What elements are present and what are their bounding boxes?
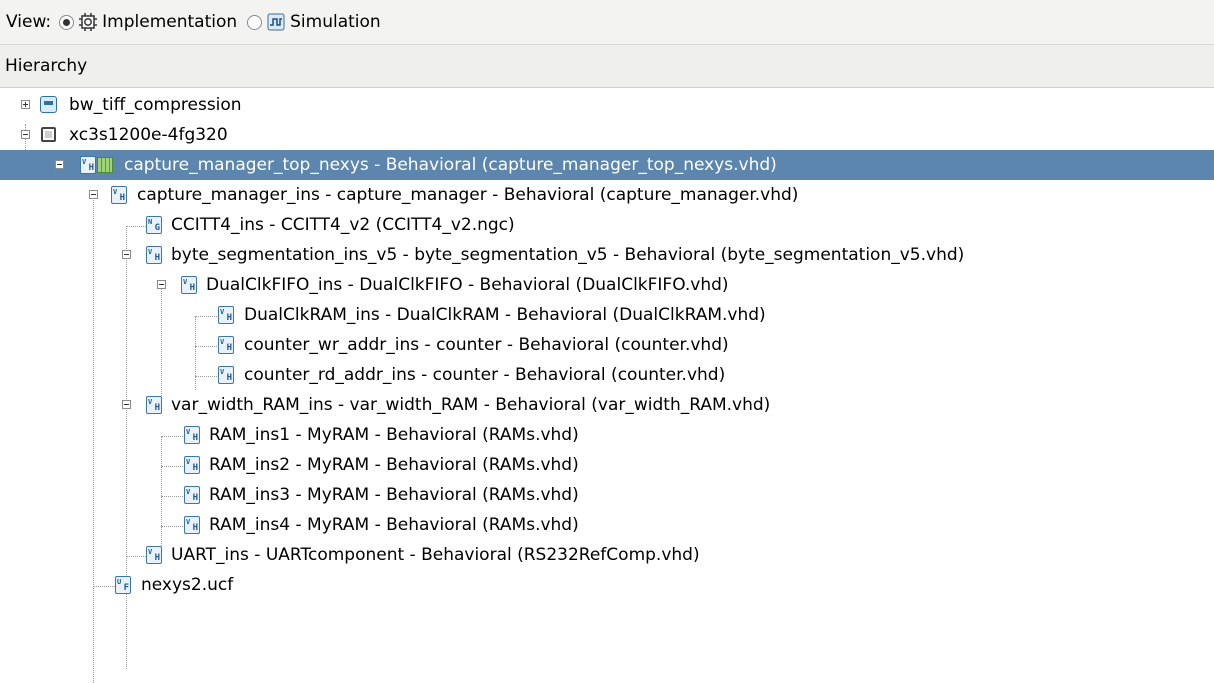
tree-item-label: RAM_ins1 - MyRAM - Behavioral (RAMs.vhd) xyxy=(209,425,579,445)
tree-item-label: counter_wr_addr_ins - counter - Behavior… xyxy=(244,335,729,355)
vhdl-file-icon: VH xyxy=(184,456,200,474)
vhdl-file-icon: VH xyxy=(80,156,96,174)
tree-item-module[interactable]: VH byte_segmentation_ins_v5 - byte_segme… xyxy=(0,240,1214,270)
vhdl-file-icon: VH xyxy=(184,426,200,444)
tree-item-label: DualClkFIFO_ins - DualClkFIFO - Behavior… xyxy=(206,275,729,295)
tree-item-module[interactable]: VH DualClkRAM_ins - DualClkRAM - Behavio… xyxy=(0,300,1214,330)
tree-item-label: RAM_ins3 - MyRAM - Behavioral (RAMs.vhd) xyxy=(209,485,579,505)
tree-item-module[interactable]: VH RAM_ins1 - MyRAM - Behavioral (RAMs.v… xyxy=(0,420,1214,450)
collapse-toggle[interactable] xyxy=(89,190,98,199)
implementation-option-label[interactable]: Implementation xyxy=(102,12,237,32)
tree-item-device[interactable]: xc3s1200e-4fg320 xyxy=(0,120,1214,150)
tree-item-constraints[interactable]: UF nexys2.ucf xyxy=(0,570,1214,600)
simulation-radio[interactable] xyxy=(247,14,263,30)
tree-item-label: counter_rd_addr_ins - counter - Behavior… xyxy=(244,365,726,385)
tree-item-module[interactable]: VH counter_wr_addr_ins - counter - Behav… xyxy=(0,330,1214,360)
tree-item-module[interactable]: VH var_width_RAM_ins - var_width_RAM - B… xyxy=(0,390,1214,420)
vhdl-file-icon: VH xyxy=(184,516,200,534)
top-module-icon xyxy=(97,157,113,173)
tree-item-label: var_width_RAM_ins - var_width_RAM - Beha… xyxy=(171,395,771,415)
chip-icon xyxy=(41,127,56,142)
tree-item-label: byte_segmentation_ins_v5 - byte_segmenta… xyxy=(171,245,965,265)
simulation-option-label[interactable]: Simulation xyxy=(290,12,381,32)
tree-item-label: RAM_ins4 - MyRAM - Behavioral (RAMs.vhd) xyxy=(209,515,579,535)
tree-item-label: nexys2.ucf xyxy=(141,575,234,595)
vhdl-file-icon: VH xyxy=(181,276,197,294)
vhdl-file-icon: VH xyxy=(218,366,234,384)
tree-item-module[interactable]: VH DualClkFIFO_ins - DualClkFIFO - Behav… xyxy=(0,270,1214,300)
vhdl-file-icon: VH xyxy=(146,246,162,264)
collapse-toggle[interactable] xyxy=(55,160,64,169)
vhdl-file-icon: VH xyxy=(146,546,162,564)
tree-item-module[interactable]: VH UART_ins - UARTcomponent - Behavioral… xyxy=(0,540,1214,570)
hierarchy-header: Hierarchy xyxy=(0,45,1214,88)
tree-item-label: RAM_ins2 - MyRAM - Behavioral (RAMs.vhd) xyxy=(209,455,579,475)
vhdl-file-icon: VH xyxy=(184,486,200,504)
tree-item-module[interactable]: VH capture_manager_ins - capture_manager… xyxy=(0,180,1214,210)
tree-item-module[interactable]: VH RAM_ins3 - MyRAM - Behavioral (RAMs.v… xyxy=(0,480,1214,510)
expand-toggle[interactable] xyxy=(21,100,30,109)
tree-item-module[interactable]: VH RAM_ins4 - MyRAM - Behavioral (RAMs.v… xyxy=(0,510,1214,540)
tree-item-label: UART_ins - UARTcomponent - Behavioral (R… xyxy=(171,545,700,565)
vhdl-file-icon: VH xyxy=(111,186,127,204)
collapse-toggle[interactable] xyxy=(122,250,131,259)
tree-item-label: DualClkRAM_ins - DualClkRAM - Behavioral… xyxy=(244,305,766,325)
tree-item-label: bw_tiff_compression xyxy=(69,95,242,115)
vhdl-file-icon: VH xyxy=(146,396,162,414)
view-toolbar: View: Implementation Simulation xyxy=(0,0,1214,45)
tree-item-module[interactable]: NG CCITT4_ins - CCITT4_v2 (CCITT4_v2.ngc… xyxy=(0,210,1214,240)
vhdl-file-icon: VH xyxy=(218,306,234,324)
tree-item-module[interactable]: VH counter_rd_addr_ins - counter - Behav… xyxy=(0,360,1214,390)
collapse-toggle[interactable] xyxy=(21,130,30,139)
netlist-icon: NG xyxy=(146,216,162,234)
gear-chip-icon xyxy=(79,13,98,31)
hierarchy-title: Hierarchy xyxy=(5,56,88,76)
collapse-toggle[interactable] xyxy=(122,400,131,409)
collapse-toggle[interactable] xyxy=(157,280,166,289)
tree-item-label: xc3s1200e-4fg320 xyxy=(69,125,228,145)
tree-item-top-module[interactable]: VH capture_manager_top_nexys - Behaviora… xyxy=(0,150,1214,180)
waveform-icon xyxy=(267,13,285,31)
view-label: View: xyxy=(6,12,52,32)
vhdl-file-icon: VH xyxy=(218,336,234,354)
tree-item-project[interactable]: bw_tiff_compression xyxy=(0,90,1214,120)
project-icon xyxy=(40,96,57,113)
constraints-file-icon: UF xyxy=(115,576,131,594)
tree-item-label: capture_manager_ins - capture_manager - … xyxy=(137,185,799,205)
tree-item-label: capture_manager_top_nexys - Behavioral (… xyxy=(124,155,777,175)
tree-item-label: CCITT4_ins - CCITT4_v2 (CCITT4_v2.ngc) xyxy=(171,215,515,235)
implementation-radio[interactable] xyxy=(59,14,75,30)
tree-item-module[interactable]: VH RAM_ins2 - MyRAM - Behavioral (RAMs.v… xyxy=(0,450,1214,480)
